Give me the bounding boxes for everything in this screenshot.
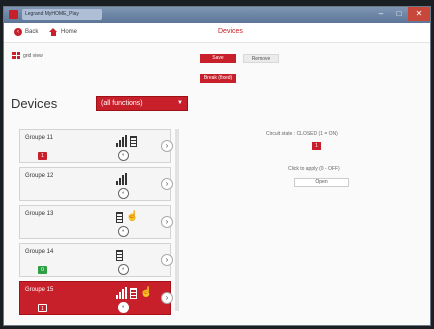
blind-icon (130, 288, 137, 299)
dimmer-icon[interactable]: ◐ (118, 226, 129, 237)
group-list: Groupe 11 1 ◐ › Groupe 12 ◐ › Groupe 13 ☝ ◐ › Group… (19, 129, 177, 315)
chevron-right-icon[interactable]: › (161, 140, 173, 152)
bars-icon (116, 173, 127, 185)
bars-icon (116, 287, 127, 299)
chevron-right-icon[interactable]: › (161, 292, 173, 304)
break-button[interactable]: Break (fixed) (200, 74, 236, 83)
status-badge: 1 (38, 152, 47, 160)
nav-bar: ‹ Back Home Devices (4, 23, 430, 43)
group-row[interactable]: Groupe 15 1 ☝ ◐ › (19, 281, 173, 315)
command-label: Click to apply (0 - OFF) (288, 166, 340, 172)
group-label: Groupe 14 (25, 249, 54, 255)
group-label: Groupe 15 (25, 287, 54, 293)
function-icons (116, 135, 137, 147)
group-label: Groupe 12 (25, 173, 54, 179)
grid-icon (12, 52, 20, 59)
dimmer-icon[interactable]: ◐ (118, 188, 129, 199)
home-button[interactable]: Home (49, 28, 77, 36)
function-filter-select[interactable]: (all functions) ▼ (96, 96, 188, 111)
close-button[interactable]: ✕ (408, 7, 430, 21)
group-row[interactable]: Groupe 14 0 ◐ › (19, 243, 173, 277)
circuit-state-value: 1 (312, 142, 321, 150)
group-row[interactable]: Groupe 12 ◐ › (19, 167, 173, 201)
function-icons (116, 173, 127, 185)
bars-icon (116, 135, 127, 147)
command-button[interactable]: Open (294, 178, 349, 187)
chevron-right-icon[interactable]: › (161, 216, 173, 228)
dimmer-icon[interactable]: ◐ (118, 150, 129, 161)
grid-label: grid view (23, 52, 43, 59)
home-label: Home (61, 29, 78, 35)
chevron-right-icon[interactable]: › (161, 254, 173, 266)
function-icons: ☝ (116, 287, 152, 299)
app-window: Legrand MyHOME_Play – □ ✕ ‹ Back Home De… (3, 6, 431, 326)
home-icon (49, 28, 58, 36)
list-scrollbar[interactable] (175, 129, 179, 311)
blind-icon (116, 250, 123, 261)
circuit-state-label: Circuit state : CLOSED (1 = ON) (266, 131, 338, 137)
maximize-button[interactable]: □ (390, 7, 408, 21)
page-title: Devices (218, 28, 243, 35)
group-label: Groupe 13 (25, 211, 54, 217)
sidebar-title: Devices (11, 96, 58, 111)
dimmer-icon[interactable]: ◐ (118, 302, 129, 313)
chevron-down-icon: ▼ (177, 100, 183, 106)
status-badge: 1 (38, 304, 47, 312)
blind-icon (116, 212, 123, 223)
save-button[interactable]: Save (200, 54, 236, 63)
remove-button[interactable]: Remove (243, 54, 279, 63)
title-bar: Legrand MyHOME_Play – □ ✕ (4, 7, 430, 23)
group-row[interactable]: Groupe 13 ☝ ◐ › (19, 205, 173, 239)
dimmer-icon[interactable]: ◐ (118, 264, 129, 275)
function-icons (116, 249, 123, 261)
chevron-right-icon[interactable]: › (161, 178, 173, 190)
back-label: Back (25, 29, 39, 35)
minimize-button[interactable]: – (372, 7, 390, 21)
hand-icon: ☝ (126, 211, 139, 222)
filter-value: (all functions) (101, 100, 143, 107)
window-tab[interactable]: Legrand MyHOME_Play (22, 9, 102, 20)
back-arrow-icon: ‹ (14, 28, 22, 36)
hand-icon: ☝ (140, 287, 153, 298)
app-icon (9, 10, 18, 19)
function-icons: ☝ (116, 211, 138, 223)
back-button[interactable]: ‹ Back (14, 28, 38, 36)
status-badge: 0 (38, 266, 47, 274)
group-label: Groupe 11 (25, 135, 53, 141)
blind-icon (130, 136, 137, 147)
grid-view-toggle[interactable]: grid view (12, 52, 43, 59)
group-row[interactable]: Groupe 11 1 ◐ › (19, 129, 173, 163)
window-controls: – □ ✕ (372, 7, 430, 23)
